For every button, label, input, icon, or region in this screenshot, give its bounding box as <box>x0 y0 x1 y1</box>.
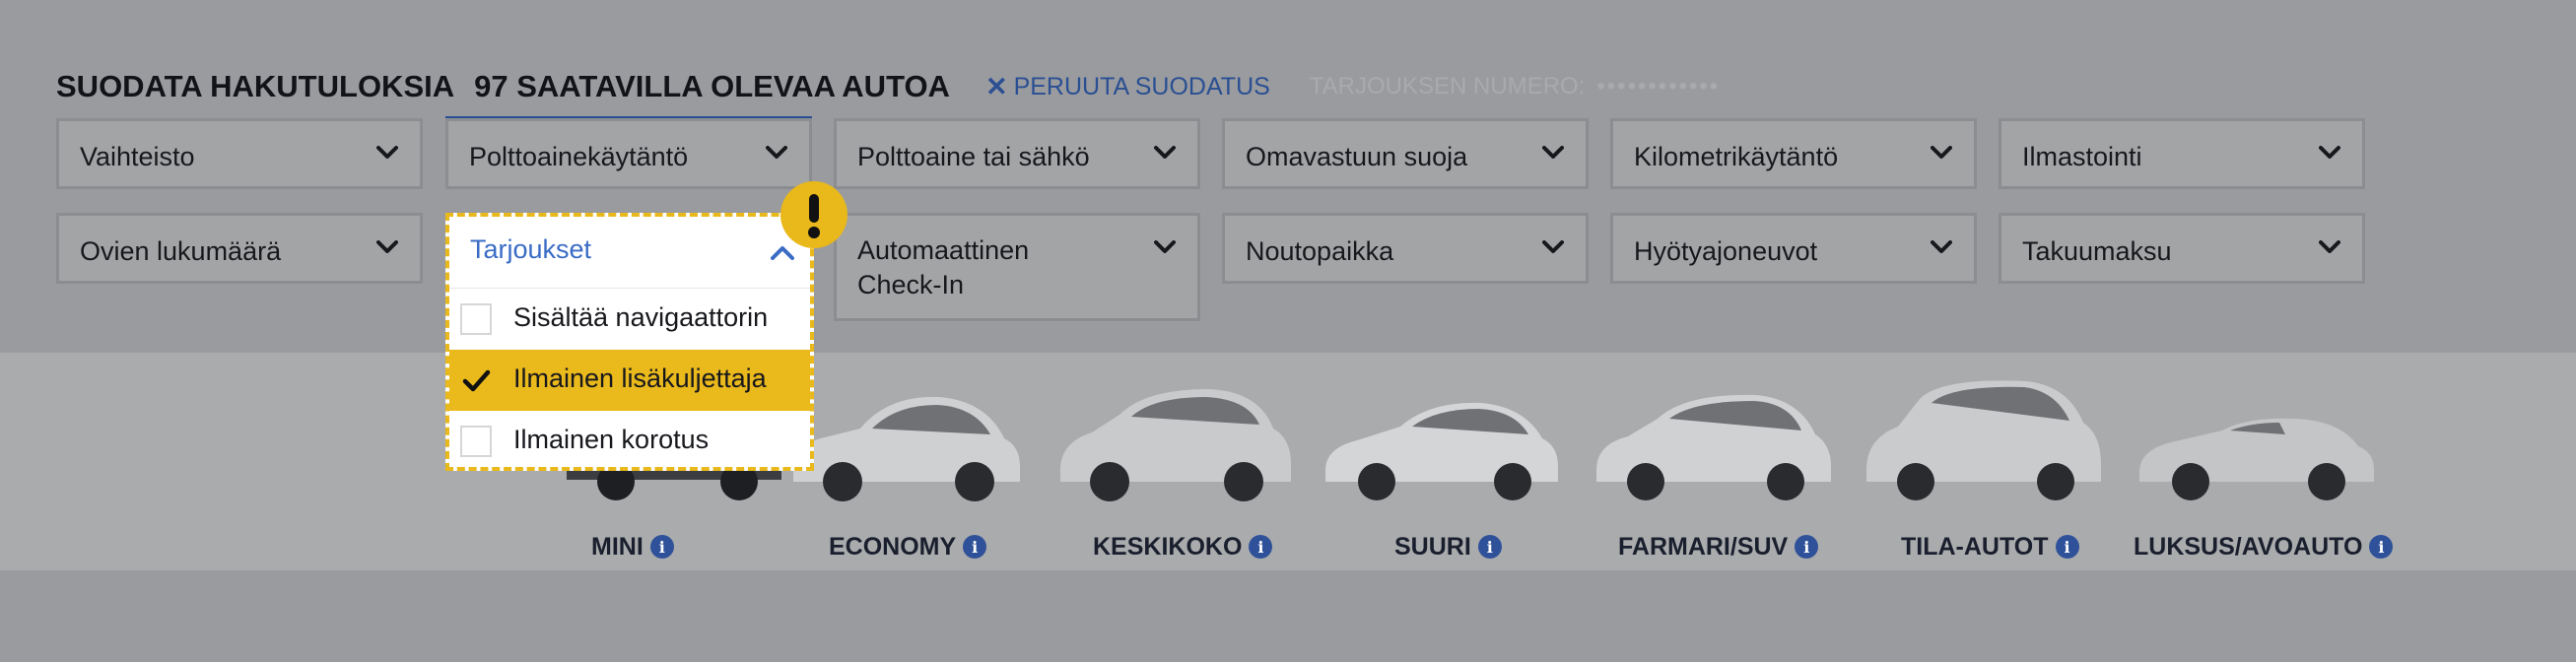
info-icon[interactable]: i <box>649 535 674 559</box>
chevron-down-icon <box>1931 240 1952 253</box>
category-label: KESKIKOKO <box>1093 532 1243 561</box>
filter-label: Ilmastointi <box>2022 142 2142 171</box>
filter-door-count[interactable]: Ovien lukumäärä <box>56 213 423 284</box>
car-image-estate-suv[interactable] <box>1589 360 1835 507</box>
chevron-down-icon <box>1154 146 1176 159</box>
category-label: TILA-AUTOT <box>1901 532 2049 561</box>
filter-transmission[interactable]: Vaihteisto <box>56 118 423 189</box>
filter-label: Vaihteisto <box>80 142 195 171</box>
category-label: FARMARI/SUV <box>1618 532 1789 561</box>
category-label: SUURI <box>1394 532 1471 561</box>
category-mini[interactable]: MINI i <box>591 530 674 563</box>
info-icon[interactable]: i <box>1249 535 1273 559</box>
filter-label-line-1: Automaattinen <box>857 235 1030 265</box>
checkbox[interactable] <box>460 426 492 457</box>
info-icon[interactable]: i <box>2055 535 2079 559</box>
category-label: ECONOMY <box>829 532 957 561</box>
chevron-up-icon <box>771 246 794 260</box>
checkbox[interactable] <box>460 303 492 335</box>
info-icon[interactable]: i <box>1477 535 1502 559</box>
filter-label: Polttoainekäytäntö <box>469 142 689 171</box>
x-icon: ✕ <box>984 71 1008 101</box>
filter-label: Ovien lukumäärä <box>80 236 282 266</box>
exclamation-icon <box>780 181 847 248</box>
car-image-luxury-convertible[interactable] <box>2132 360 2378 507</box>
category-label: MINI <box>591 532 644 561</box>
filter-label: Kilometrikäytäntö <box>1634 142 1839 171</box>
chevron-down-icon <box>1154 240 1176 253</box>
category-estate-suv[interactable]: FARMARI/SUV i <box>1618 530 1819 563</box>
chevron-down-icon <box>376 240 398 253</box>
filter-air-conditioning[interactable]: Ilmastointi <box>1999 118 2365 189</box>
filter-label: Takuumaksu <box>2022 236 2172 266</box>
filter-label: Automaattinen Check-In <box>857 233 1029 302</box>
chevron-down-icon <box>1542 240 1564 253</box>
offers-dropdown-toggle[interactable]: Tarjoukset <box>449 217 810 289</box>
offer-number-label: TARJOUKSEN NUMERO: <box>1309 73 1586 99</box>
filter-mileage-policy[interactable]: Kilometrikäytäntö <box>1610 118 1977 189</box>
category-label: LUKSUS/AVOAUTO <box>2134 532 2363 561</box>
filter-label: Noutopaikka <box>1246 236 1394 266</box>
cancel-filter-label: PERUUTA SUODATUS <box>1013 72 1270 100</box>
category-economy[interactable]: ECONOMY i <box>829 530 987 563</box>
option-free-upgrade[interactable]: Ilmainen korotus <box>449 411 810 472</box>
chevron-down-icon <box>376 146 398 159</box>
car-image-midsize[interactable] <box>1051 360 1297 507</box>
chevron-down-icon <box>2319 240 2340 253</box>
option-free-additional-driver[interactable]: Ilmainen lisäkuljettaja <box>449 350 810 411</box>
filter-pickup-location[interactable]: Noutopaikka <box>1222 213 1589 284</box>
offers-dropdown: Tarjoukset Sisältää navigaattorin Ilmain… <box>445 213 814 471</box>
option-includes-navigator[interactable]: Sisältää navigaattorin <box>449 289 810 350</box>
available-cars-count: 97 SAATAVILLA OLEVAA AUTOA <box>474 69 950 103</box>
filter-commercial-vehicles[interactable]: Hyötyajoneuvot <box>1610 213 1977 284</box>
chevron-down-icon <box>766 146 787 159</box>
filter-automatic-check-in[interactable]: Automaattinen Check-In <box>834 213 1200 321</box>
filter-label-line-2: Check-In <box>857 270 965 299</box>
option-label: Sisältää navigaattorin <box>513 302 769 332</box>
info-icon[interactable]: i <box>1795 535 1819 559</box>
filter-label: Omavastuun suoja <box>1246 142 1468 171</box>
chevron-down-icon <box>1931 146 1952 159</box>
filter-fuel-policy[interactable]: Polttoainekäytäntö <box>445 118 812 189</box>
filter-label: Hyötyajoneuvot <box>1634 236 1818 266</box>
filter-fuel-or-electric[interactable]: Polttoaine tai sähkö <box>834 118 1200 189</box>
category-minivan[interactable]: TILA-AUTOT i <box>1901 530 2079 563</box>
category-luxury-convertible[interactable]: LUKSUS/AVOAUTO i <box>2134 530 2394 563</box>
info-icon[interactable]: i <box>2369 535 2394 559</box>
chevron-down-icon <box>2319 146 2340 159</box>
offer-number-value: •••••••••••• <box>1596 73 1721 99</box>
filter-label: Polttoaine tai sähkö <box>857 142 1090 171</box>
checkmark-icon <box>462 369 491 392</box>
car-image-minivan[interactable] <box>1859 360 2105 507</box>
filter-excess-protection[interactable]: Omavastuun suoja <box>1222 118 1589 189</box>
option-label: Ilmainen korotus <box>513 425 710 454</box>
option-label: Ilmainen lisäkuljettaja <box>513 364 767 393</box>
filter-header: SUODATA HAKUTULOKSIA 97 SAATAVILLA OLEVA… <box>56 69 1720 104</box>
category-large[interactable]: SUURI i <box>1394 530 1502 563</box>
chevron-down-icon <box>1542 146 1564 159</box>
car-image-large[interactable] <box>1318 360 1564 507</box>
car-image-economy[interactable] <box>781 360 1028 507</box>
category-midsize[interactable]: KESKIKOKO i <box>1093 530 1273 563</box>
filter-deposit[interactable]: Takuumaksu <box>1999 213 2365 284</box>
info-icon[interactable]: i <box>963 535 987 559</box>
offers-dropdown-title: Tarjoukset <box>470 234 592 264</box>
checkbox-checked[interactable] <box>460 364 492 396</box>
cancel-filter-button[interactable]: ✕ PERUUTA SUODATUS <box>985 72 1270 102</box>
filter-title: SUODATA HAKUTULOKSIA <box>56 69 455 103</box>
